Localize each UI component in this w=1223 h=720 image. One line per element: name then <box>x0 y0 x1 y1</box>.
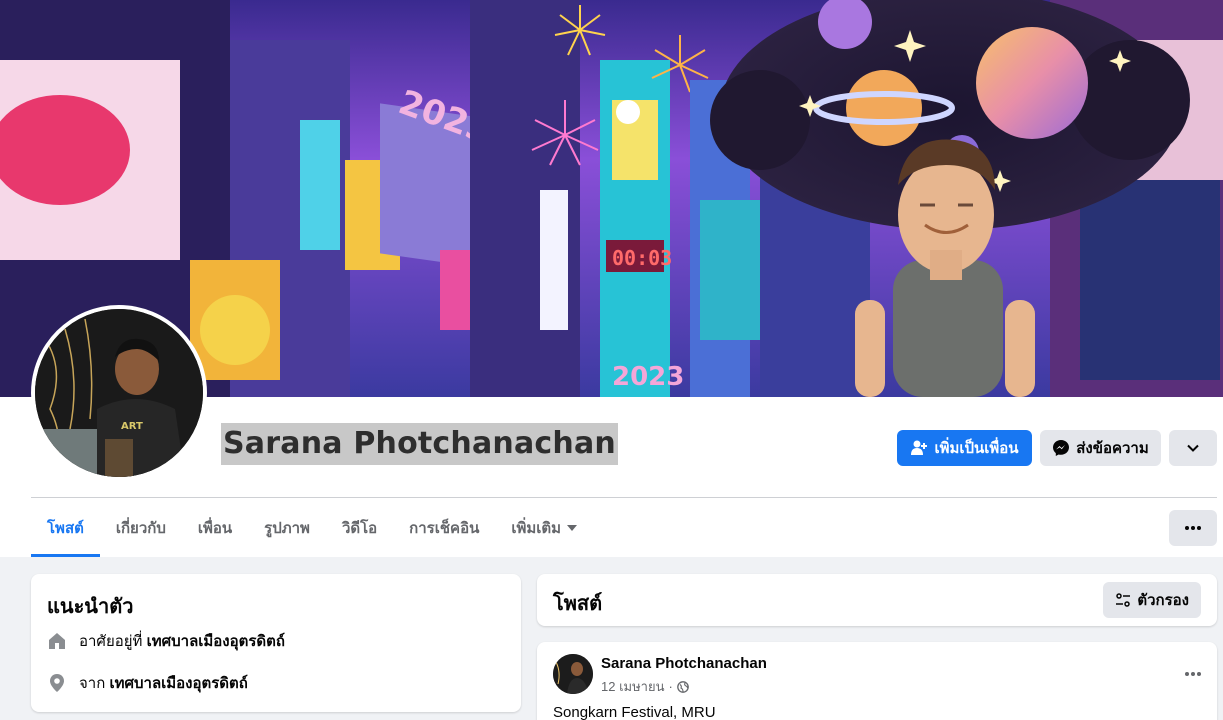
tab-friends[interactable]: เพื่อน <box>182 499 248 557</box>
post-author-name[interactable]: Sarana Photchanachan <box>601 655 767 672</box>
caret-down-icon <box>567 525 578 531</box>
intro-from: จาก เทศบาลเมืองอุตรดิตถ์ <box>47 671 248 695</box>
location-pin-icon <box>50 674 64 692</box>
more-horizontal-icon <box>1185 526 1201 530</box>
tab-checkins[interactable]: การเช็คอิน <box>393 499 495 557</box>
more-horizontal-icon <box>1185 672 1201 676</box>
intro-card: แนะนำตัว อาศัยอยู่ที่ เทศบาลเมืองอุตรดิต… <box>31 574 521 712</box>
post-author-avatar[interactable] <box>553 654 593 694</box>
intro-title: แนะนำตัว <box>47 596 134 618</box>
from-prefix: จาก <box>79 675 106 692</box>
tab-label: เกี่ยวกับ <box>115 520 166 537</box>
tab-posts[interactable]: โพสต์ <box>31 499 100 557</box>
post-options-button[interactable] <box>1185 660 1201 681</box>
profile-options-button[interactable] <box>1169 430 1217 466</box>
svg-text:2023: 2023 <box>612 362 684 392</box>
profile-avatar[interactable]: ART <box>31 305 207 481</box>
tab-label: วิดีโอ <box>341 520 378 537</box>
tab-about[interactable]: เกี่ยวกับ <box>100 499 182 557</box>
post-meta: 12 เมษายน · <box>601 676 689 697</box>
profile-name: Sarana Photchanachan <box>221 423 618 465</box>
tab-label: โพสต์ <box>47 520 84 537</box>
post-card: Sarana Photchanachan 12 เมษายน · Songkar… <box>537 642 1217 720</box>
intro-lives-in: อาศัยอยู่ที่ เทศบาลเมืองอุตรดิตถ์ <box>47 629 285 653</box>
lives-in-prefix: อาศัยอยู่ที่ <box>79 633 143 650</box>
profile-avatar-image: ART <box>35 309 203 477</box>
tab-videos[interactable]: วิดีโอ <box>326 499 393 557</box>
posts-header-card: โพสต์ ตัวกรอง <box>537 574 1217 626</box>
filter-label: ตัวกรอง <box>1137 592 1189 609</box>
svg-text:ART: ART <box>121 421 143 432</box>
tab-label: การเช็คอิน <box>409 520 480 537</box>
profile-tabs: โพสต์ เกี่ยวกับ เพื่อน รูปภาพ วิดีโอ การ… <box>31 499 593 557</box>
header-divider <box>31 497 1217 498</box>
tab-more[interactable]: เพิ่มเติม <box>495 499 593 557</box>
filter-button[interactable]: ตัวกรอง <box>1103 582 1201 618</box>
globe-icon <box>676 680 689 693</box>
filter-sliders-icon <box>1116 593 1131 607</box>
add-friend-label: เพิ่มเป็นเพื่อน <box>934 440 1019 457</box>
messenger-icon <box>1053 440 1070 456</box>
svg-text:00:03: 00:03 <box>612 246 672 270</box>
post-text: Songkarn Festival, MRU <box>553 704 716 720</box>
tab-label: เพิ่มเติม <box>511 520 562 537</box>
post-date[interactable]: 12 เมษายน <box>601 676 664 697</box>
tab-label: รูปภาพ <box>264 520 310 537</box>
message-button[interactable]: ส่งข้อความ <box>1040 430 1161 466</box>
posts-title: โพสต์ <box>553 593 603 615</box>
add-friend-button[interactable]: เพิ่มเป็นเพื่อน <box>897 430 1032 466</box>
meta-separator: · <box>668 679 673 694</box>
tab-label: เพื่อน <box>197 520 233 537</box>
from-place[interactable]: เทศบาลเมืองอุตรดิตถ์ <box>109 675 247 692</box>
chevron-down-icon <box>1187 444 1199 452</box>
tab-photos[interactable]: รูปภาพ <box>248 499 326 557</box>
home-icon <box>49 633 65 649</box>
tabs-options-button[interactable] <box>1169 510 1217 546</box>
message-label: ส่งข้อความ <box>1076 440 1149 457</box>
add-friend-icon <box>911 440 928 455</box>
lives-in-place[interactable]: เทศบาลเมืองอุตรดิตถ์ <box>147 633 285 650</box>
